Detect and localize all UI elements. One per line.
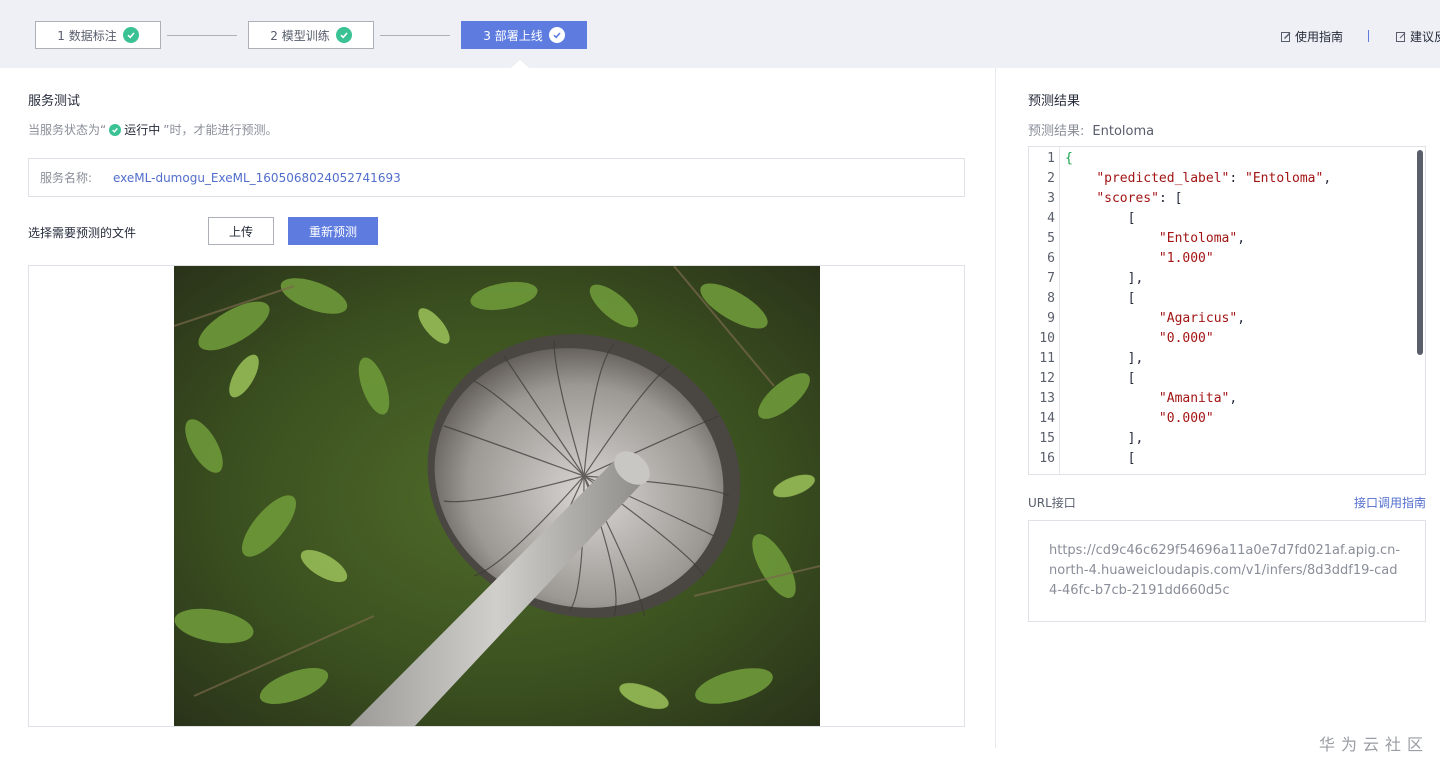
prediction-result-title: 预测结果: [1028, 94, 1081, 109]
prediction-result-label: 预测结果:: [1028, 124, 1085, 139]
code-line: ],: [1065, 431, 1144, 446]
service-name-label: 服务名称:: [40, 171, 93, 185]
prediction-image-preview: [28, 265, 965, 727]
hint-suffix: ”时，才能进行预测。: [163, 123, 278, 137]
line-number: 6: [1047, 251, 1055, 266]
code-line: {: [1065, 151, 1073, 166]
line-number: 13: [1039, 391, 1055, 406]
code-line: "1.000": [1158, 251, 1214, 266]
hint-status: 运行中: [124, 123, 161, 137]
line-number: 4: [1047, 211, 1055, 226]
usage-guide-link[interactable]: 使用指南: [1280, 28, 1343, 45]
code-scrollbar[interactable]: [1417, 150, 1423, 355]
repredict-button[interactable]: 重新预测: [288, 217, 378, 245]
panel-divider: [995, 68, 996, 748]
mushroom-photo: [174, 266, 820, 726]
code-line: "0.000": [1158, 411, 1214, 426]
select-file-label: 选择需要预测的文件: [28, 226, 137, 240]
step-label: 2 模型训练: [270, 28, 330, 43]
edit-icon: [1281, 31, 1291, 42]
line-number: 7: [1047, 271, 1055, 286]
step-connector: [380, 35, 450, 36]
line-number: 9: [1047, 311, 1055, 326]
active-step-pointer: [511, 60, 529, 68]
code-line: "0.000": [1158, 331, 1214, 346]
watermark: 华为云社区: [1319, 735, 1430, 754]
check-icon: [122, 27, 139, 43]
hint-prefix: 当服务状态为“: [28, 123, 107, 137]
step-bar: 1 数据标注 2 模型训练 3 部署上线 使用指南 建议反: [0, 0, 1440, 68]
code-line: "Entoloma",: [1158, 231, 1246, 246]
code-line: [: [1065, 291, 1136, 306]
url-interface-label: URL接口: [1028, 496, 1076, 510]
step-connector: [167, 35, 237, 36]
service-status-hint: 当服务状态为“ 运行中 ”时，才能进行预测。: [28, 121, 277, 138]
line-number: 10: [1039, 331, 1055, 346]
usage-guide-label: 使用指南: [1295, 30, 1344, 44]
line-number: 15: [1039, 431, 1055, 446]
api-guide-link[interactable]: 接口调用指南: [1354, 494, 1426, 511]
prediction-json-viewer[interactable]: 1 2 3 4 5 6 7 8 9 10 11 12 13 14 15 16 { "predicted_lab…: [1028, 146, 1426, 475]
check-icon: [335, 27, 352, 43]
code-line: "scores": [: [1096, 191, 1183, 206]
code-line: [: [1065, 371, 1136, 386]
edit-icon: [1396, 31, 1406, 42]
step-model-training[interactable]: 2 模型训练: [248, 21, 374, 49]
check-icon: [548, 27, 565, 43]
line-number: 8: [1047, 291, 1055, 306]
service-name-value[interactable]: exeML-dumogu_ExeML_1605068024052741693: [113, 171, 401, 185]
code-line: ],: [1065, 351, 1144, 366]
code-line: "predicted_label": "Entoloma",: [1096, 171, 1332, 186]
step-label: 1 数据标注: [57, 28, 117, 43]
feedback-link[interactable]: 建议反: [1395, 28, 1440, 45]
line-number: 16: [1039, 451, 1055, 466]
line-number-gutter: 1 2 3 4 5 6 7 8 9 10 11 12 13 14 15 16: [1029, 147, 1060, 474]
line-number: 12: [1039, 371, 1055, 386]
divider: [1368, 30, 1369, 42]
code-line: [: [1065, 451, 1136, 466]
line-number: 1: [1047, 151, 1055, 166]
feedback-label: 建议反: [1410, 30, 1440, 44]
line-number: 2: [1047, 171, 1055, 186]
upload-button[interactable]: 上传: [208, 217, 274, 245]
service-test-title: 服务测试: [28, 94, 81, 109]
code-line: "Amanita",: [1158, 391, 1238, 406]
code-line: ],: [1065, 271, 1144, 286]
code-line: "Agaricus",: [1158, 311, 1246, 326]
service-name-field: 服务名称: exeML-dumogu_ExeML_160506802405274…: [28, 158, 965, 197]
running-status-icon: [109, 123, 122, 136]
api-url-field[interactable]: https://cd9c46c629f54696a11a0e7d7fd021af…: [1028, 520, 1426, 622]
prediction-result-value: Entoloma: [1092, 124, 1155, 139]
step-data-labeling[interactable]: 1 数据标注: [35, 21, 161, 49]
step-label: 3 部署上线: [483, 28, 543, 43]
code-line: [: [1065, 211, 1136, 226]
line-number: 5: [1047, 231, 1055, 246]
line-number: 3: [1047, 191, 1055, 206]
line-number: 14: [1039, 411, 1055, 426]
prediction-result-summary: 预测结果: Entoloma: [1028, 120, 1154, 139]
line-number: 11: [1039, 351, 1055, 366]
step-deploy[interactable]: 3 部署上线: [461, 21, 587, 49]
